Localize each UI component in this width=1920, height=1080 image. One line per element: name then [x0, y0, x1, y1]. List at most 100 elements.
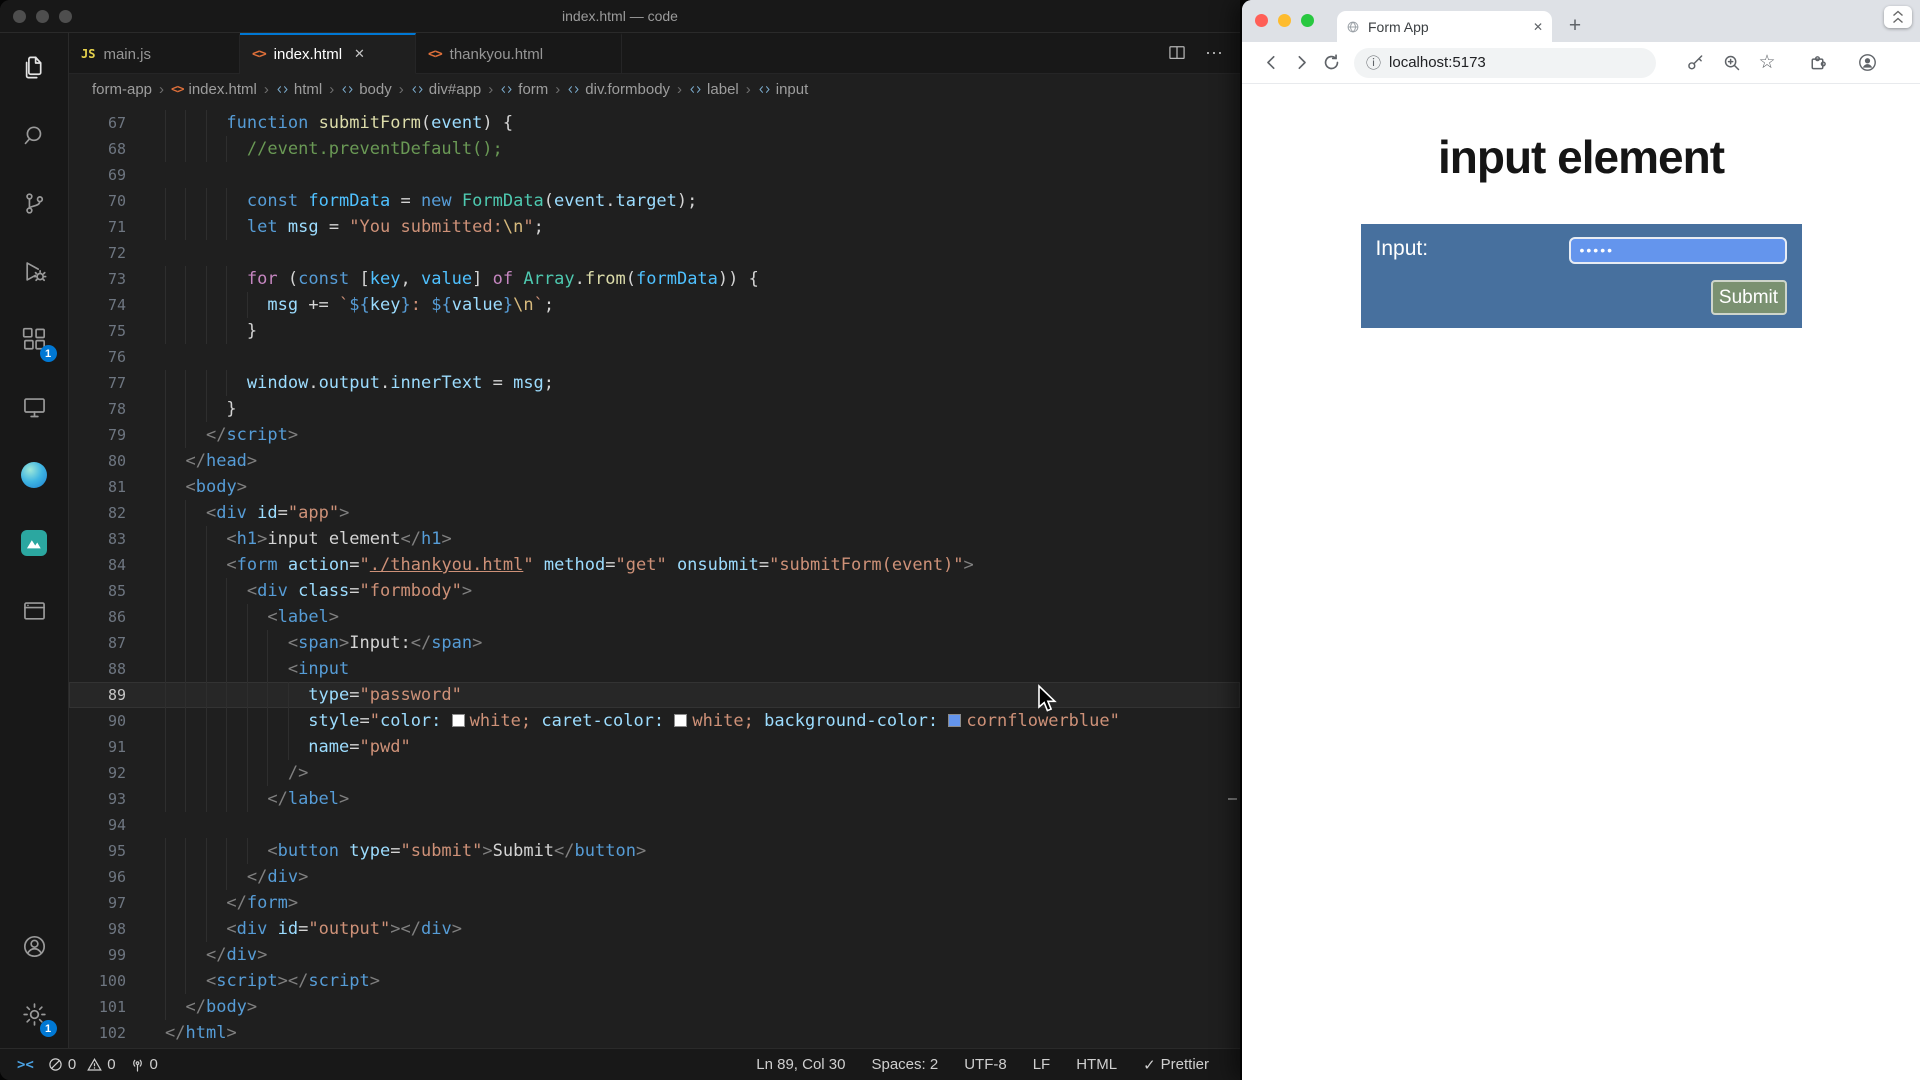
extension-app-icon[interactable]: [0, 509, 69, 577]
accounts-icon[interactable]: [0, 912, 69, 980]
forward-button[interactable]: [1286, 48, 1316, 78]
code-line-77[interactable]: 77 window.output.innerText = msg;: [69, 370, 1240, 396]
browser-tab[interactable]: Form App ✕: [1337, 11, 1552, 42]
breadcrumb-item-input[interactable]: input: [758, 81, 808, 98]
back-button[interactable]: [1256, 48, 1286, 78]
code-line-95[interactable]: 95 <button type="submit">Submit</button>: [69, 838, 1240, 864]
password-key-icon[interactable]: [1680, 48, 1710, 78]
bookmark-star-icon[interactable]: ☆: [1752, 48, 1782, 78]
code-line-78[interactable]: 78 }: [69, 396, 1240, 422]
code-line-81[interactable]: 81 <body>: [69, 474, 1240, 500]
code-line-87[interactable]: 87 <span>Input:</span>: [69, 630, 1240, 656]
line-number: 98: [107, 920, 126, 938]
encoding-status[interactable]: UTF-8: [957, 1056, 1014, 1073]
tab-index-html[interactable]: <> index.html ✕: [240, 33, 416, 74]
new-tab-button[interactable]: +: [1560, 11, 1590, 41]
extensions-puzzle-icon[interactable]: [1802, 48, 1832, 78]
code-line-99[interactable]: 99 </div>: [69, 942, 1240, 968]
site-info-icon[interactable]: ⓘ: [1366, 52, 1381, 73]
code-line-98[interactable]: 98 <div id="output"></div>: [69, 916, 1240, 942]
breadcrumb-item-div-app[interactable]: div#app: [411, 81, 481, 98]
tab-thankyou-html[interactable]: <> thankyou.html: [416, 33, 622, 73]
code-line-72[interactable]: 72: [69, 240, 1240, 266]
code-line-73[interactable]: 73 for (const [key, value] of Array.from…: [69, 266, 1240, 292]
ports-status[interactable]: 0: [123, 1056, 165, 1073]
reload-button[interactable]: [1316, 48, 1346, 78]
close-tab-icon[interactable]: ✕: [354, 46, 365, 62]
formatter-status[interactable]: ✓ Prettier: [1136, 1056, 1216, 1074]
problems-status[interactable]: 0 0: [41, 1056, 123, 1073]
run-debug-icon[interactable]: [0, 237, 69, 305]
code-line-85[interactable]: 85 <div class="formbody">: [69, 578, 1240, 604]
scroll-indicator[interactable]: [1884, 6, 1912, 28]
minimize-window-icon[interactable]: [1278, 14, 1291, 27]
minimize-window-icon[interactable]: [36, 9, 49, 23]
code-line-94[interactable]: 94: [69, 812, 1240, 838]
settings-gear-icon[interactable]: 1: [0, 980, 69, 1048]
indentation-status[interactable]: Spaces: 2: [864, 1056, 945, 1073]
code-line-89[interactable]: 89 type="password": [69, 682, 1240, 708]
submit-button[interactable]: Submit: [1710, 280, 1787, 315]
code-line-91[interactable]: 91 name="pwd": [69, 734, 1240, 760]
code-line-68[interactable]: 68 //event.preventDefault();: [69, 136, 1240, 162]
browser-window-controls[interactable]: [1255, 14, 1314, 27]
maximize-window-icon[interactable]: [59, 9, 72, 23]
code-line-67[interactable]: 67 function submitForm(event) {: [69, 110, 1240, 136]
split-editor-icon[interactable]: [1167, 43, 1187, 63]
close-window-icon[interactable]: [13, 9, 26, 23]
close-tab-icon[interactable]: ✕: [1533, 20, 1543, 34]
code-line-86[interactable]: 86 <label>: [69, 604, 1240, 630]
language-mode-status[interactable]: HTML: [1069, 1056, 1124, 1073]
line-number: 94: [107, 816, 126, 834]
code-line-69[interactable]: 69: [69, 162, 1240, 188]
code-line-84[interactable]: 84 <form action="./thankyou.html" method…: [69, 552, 1240, 578]
code-line-83[interactable]: 83 <h1>input element</h1>: [69, 526, 1240, 552]
close-window-icon[interactable]: [1255, 14, 1268, 27]
maximize-window-icon[interactable]: [1301, 14, 1314, 27]
code-editor[interactable]: 67 function submitForm(event) {68 //even…: [69, 104, 1240, 1048]
extensions-icon[interactable]: 1: [0, 305, 69, 373]
code-line-93[interactable]: 93 </label>: [69, 786, 1240, 812]
address-bar[interactable]: ⓘ localhost:5173: [1354, 47, 1656, 78]
tab-main-js[interactable]: JS main.js: [69, 33, 240, 73]
breadcrumb-item-index-html[interactable]: <> index.html: [171, 81, 257, 98]
code-line-79[interactable]: 79 </script>: [69, 422, 1240, 448]
zoom-lens-icon[interactable]: [1716, 48, 1746, 78]
live-preview-icon[interactable]: [0, 577, 69, 645]
breadcrumb-separator: ›: [329, 80, 335, 98]
code-line-82[interactable]: 82 <div id="app">: [69, 500, 1240, 526]
code-line-97[interactable]: 97 </form>: [69, 890, 1240, 916]
source-control-icon[interactable]: [0, 169, 69, 237]
password-input[interactable]: •••••: [1568, 237, 1787, 264]
code-line-101[interactable]: 101 </body>: [69, 994, 1240, 1020]
cursor-position-status[interactable]: Ln 89, Col 30: [749, 1056, 852, 1073]
code-line-71[interactable]: 71 let msg = "You submitted:\n";: [69, 214, 1240, 240]
breadcrumb-item-form-app[interactable]: form-app: [92, 81, 152, 98]
code-line-92[interactable]: 92 />: [69, 760, 1240, 786]
vscode-titlebar[interactable]: index.html — code: [0, 0, 1240, 33]
window-controls[interactable]: [13, 9, 72, 23]
breadcrumb-item-div-formbody[interactable]: div.formbody: [567, 81, 670, 98]
search-icon[interactable]: [0, 101, 69, 169]
code-line-102[interactable]: 102 </html>: [69, 1020, 1240, 1046]
eol-status[interactable]: LF: [1026, 1056, 1058, 1073]
code-line-100[interactable]: 100 <script></script>: [69, 968, 1240, 994]
code-line-75[interactable]: 75 }: [69, 318, 1240, 344]
remote-indicator[interactable]: ><: [10, 1057, 41, 1073]
remote-explorer-icon[interactable]: [0, 373, 69, 441]
code-line-76[interactable]: 76: [69, 344, 1240, 370]
code-line-70[interactable]: 70 const formData = new FormData(event.t…: [69, 188, 1240, 214]
explorer-icon[interactable]: [0, 33, 69, 101]
breadcrumb-item-label[interactable]: label: [689, 81, 739, 98]
code-line-96[interactable]: 96 </div>: [69, 864, 1240, 890]
edge-devtools-icon[interactable]: [0, 441, 69, 509]
profile-avatar-icon[interactable]: [1852, 48, 1882, 78]
code-line-90[interactable]: 90 style="color: white; caret-color: whi…: [69, 708, 1240, 734]
more-actions-icon[interactable]: ⋯: [1205, 43, 1224, 64]
breadcrumb-item-html[interactable]: html: [276, 81, 322, 98]
code-line-88[interactable]: 88 <input: [69, 656, 1240, 682]
breadcrumb-item-body[interactable]: body: [341, 81, 392, 98]
code-line-74[interactable]: 74 msg += `${key}: ${value}\n`;: [69, 292, 1240, 318]
code-line-80[interactable]: 80 </head>: [69, 448, 1240, 474]
breadcrumb-item-form[interactable]: form: [500, 81, 548, 98]
